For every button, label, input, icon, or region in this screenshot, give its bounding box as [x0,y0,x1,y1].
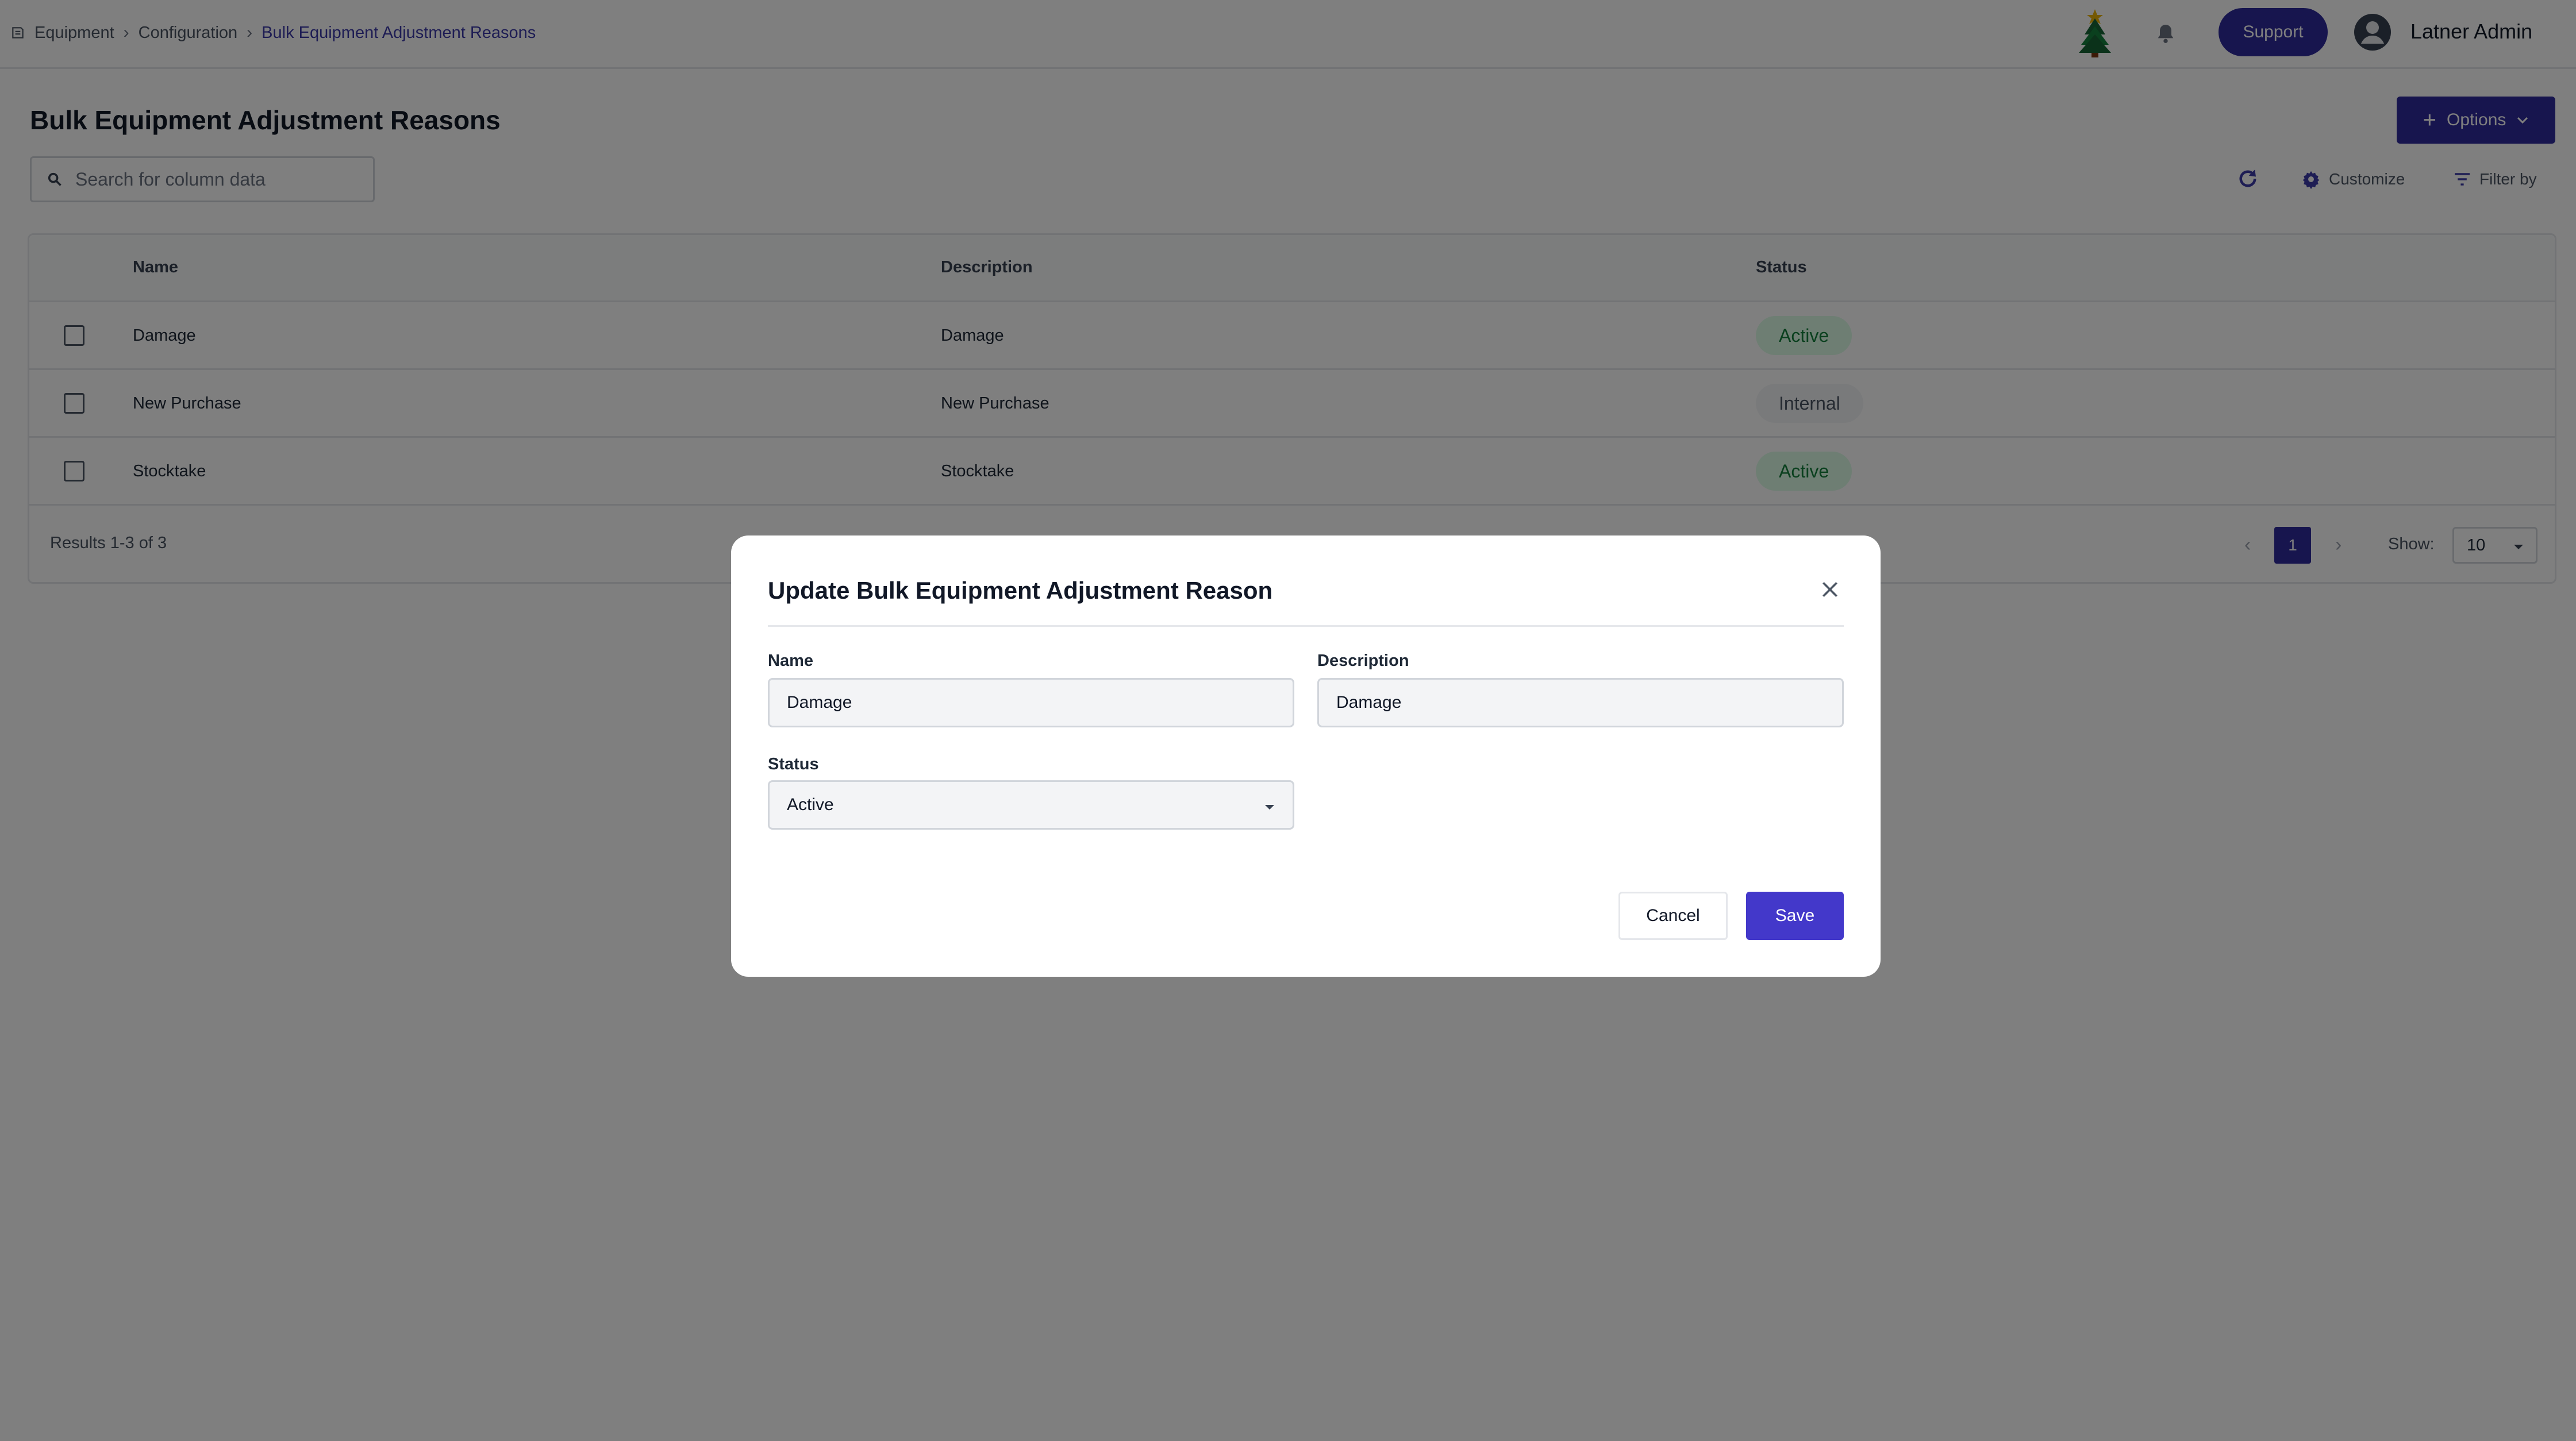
caret-down-icon [1265,805,1274,810]
status-label: Status [768,755,819,773]
name-field[interactable] [768,678,1294,727]
cancel-button[interactable]: Cancel [1618,892,1728,940]
modal-title: Update Bulk Equipment Adjustment Reason [768,577,1273,604]
update-reason-modal: Update Bulk Equipment Adjustment Reason … [731,535,1881,977]
name-label: Name [768,652,813,670]
modal-divider [768,625,1844,627]
description-field[interactable] [1317,678,1844,727]
close-icon[interactable] [1818,578,1841,601]
save-button[interactable]: Save [1746,892,1844,940]
status-select[interactable]: Active [768,780,1294,830]
status-select-value: Active [787,795,834,814]
description-label: Description [1317,652,1409,670]
